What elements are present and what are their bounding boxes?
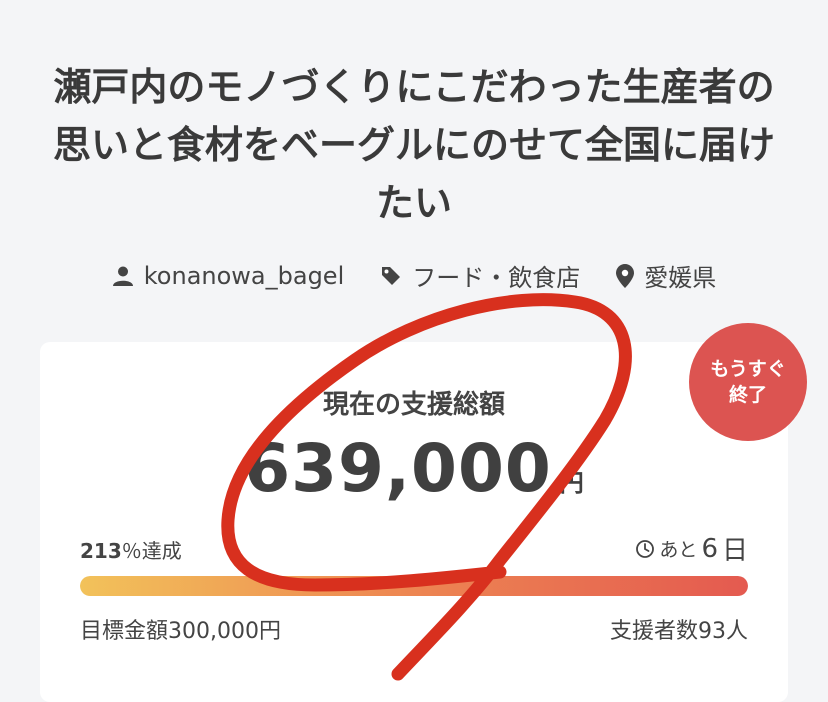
person-icon <box>112 266 133 286</box>
backer-count: 支援者数93人 <box>610 619 748 644</box>
category-link[interactable]: フード・飲食店 <box>380 258 580 293</box>
project-title: 瀬戸内のモノづくりにこだわった生産者の思いと食材をベーグルにのせて全国に届けたい <box>52 65 775 225</box>
total-support-label: 現在の支援総額 <box>322 390 505 420</box>
owner-name: konanowa_bagel <box>143 261 345 290</box>
total-amount: 639,000 円 <box>0 430 828 507</box>
achievement-number: 213 <box>80 539 122 563</box>
progress-bar-fill <box>80 576 748 596</box>
location-link[interactable]: 愛媛県 <box>616 258 716 293</box>
owner-link[interactable]: konanowa_bagel <box>112 262 344 290</box>
category-name: フード・飲食店 <box>412 264 581 292</box>
remaining-unit: 日 <box>721 536 748 566</box>
project-meta: konanowa_bagel フード・飲食店 愛媛県 <box>0 258 828 293</box>
progress-bar <box>80 576 748 596</box>
clock-icon <box>636 539 655 558</box>
amount-currency: 円 <box>559 469 584 497</box>
goal-amount: 目標金額300,000円 <box>80 619 281 644</box>
achievement-rate: 213％達成 <box>80 535 182 564</box>
badge-line-1: もうすぐ <box>710 358 786 380</box>
remaining-days: 6 <box>701 533 718 564</box>
achievement-suffix: ％達成 <box>121 539 182 563</box>
remaining-time: あと 6 日 <box>635 530 748 567</box>
ending-soon-badge: もうすぐ 終了 <box>689 323 807 441</box>
remaining-prefix: あと <box>659 539 698 561</box>
tag-icon <box>382 266 401 285</box>
amount-value: 639,000 <box>244 430 552 507</box>
location-name: 愛媛県 <box>644 264 717 292</box>
map-pin-icon <box>616 263 635 288</box>
